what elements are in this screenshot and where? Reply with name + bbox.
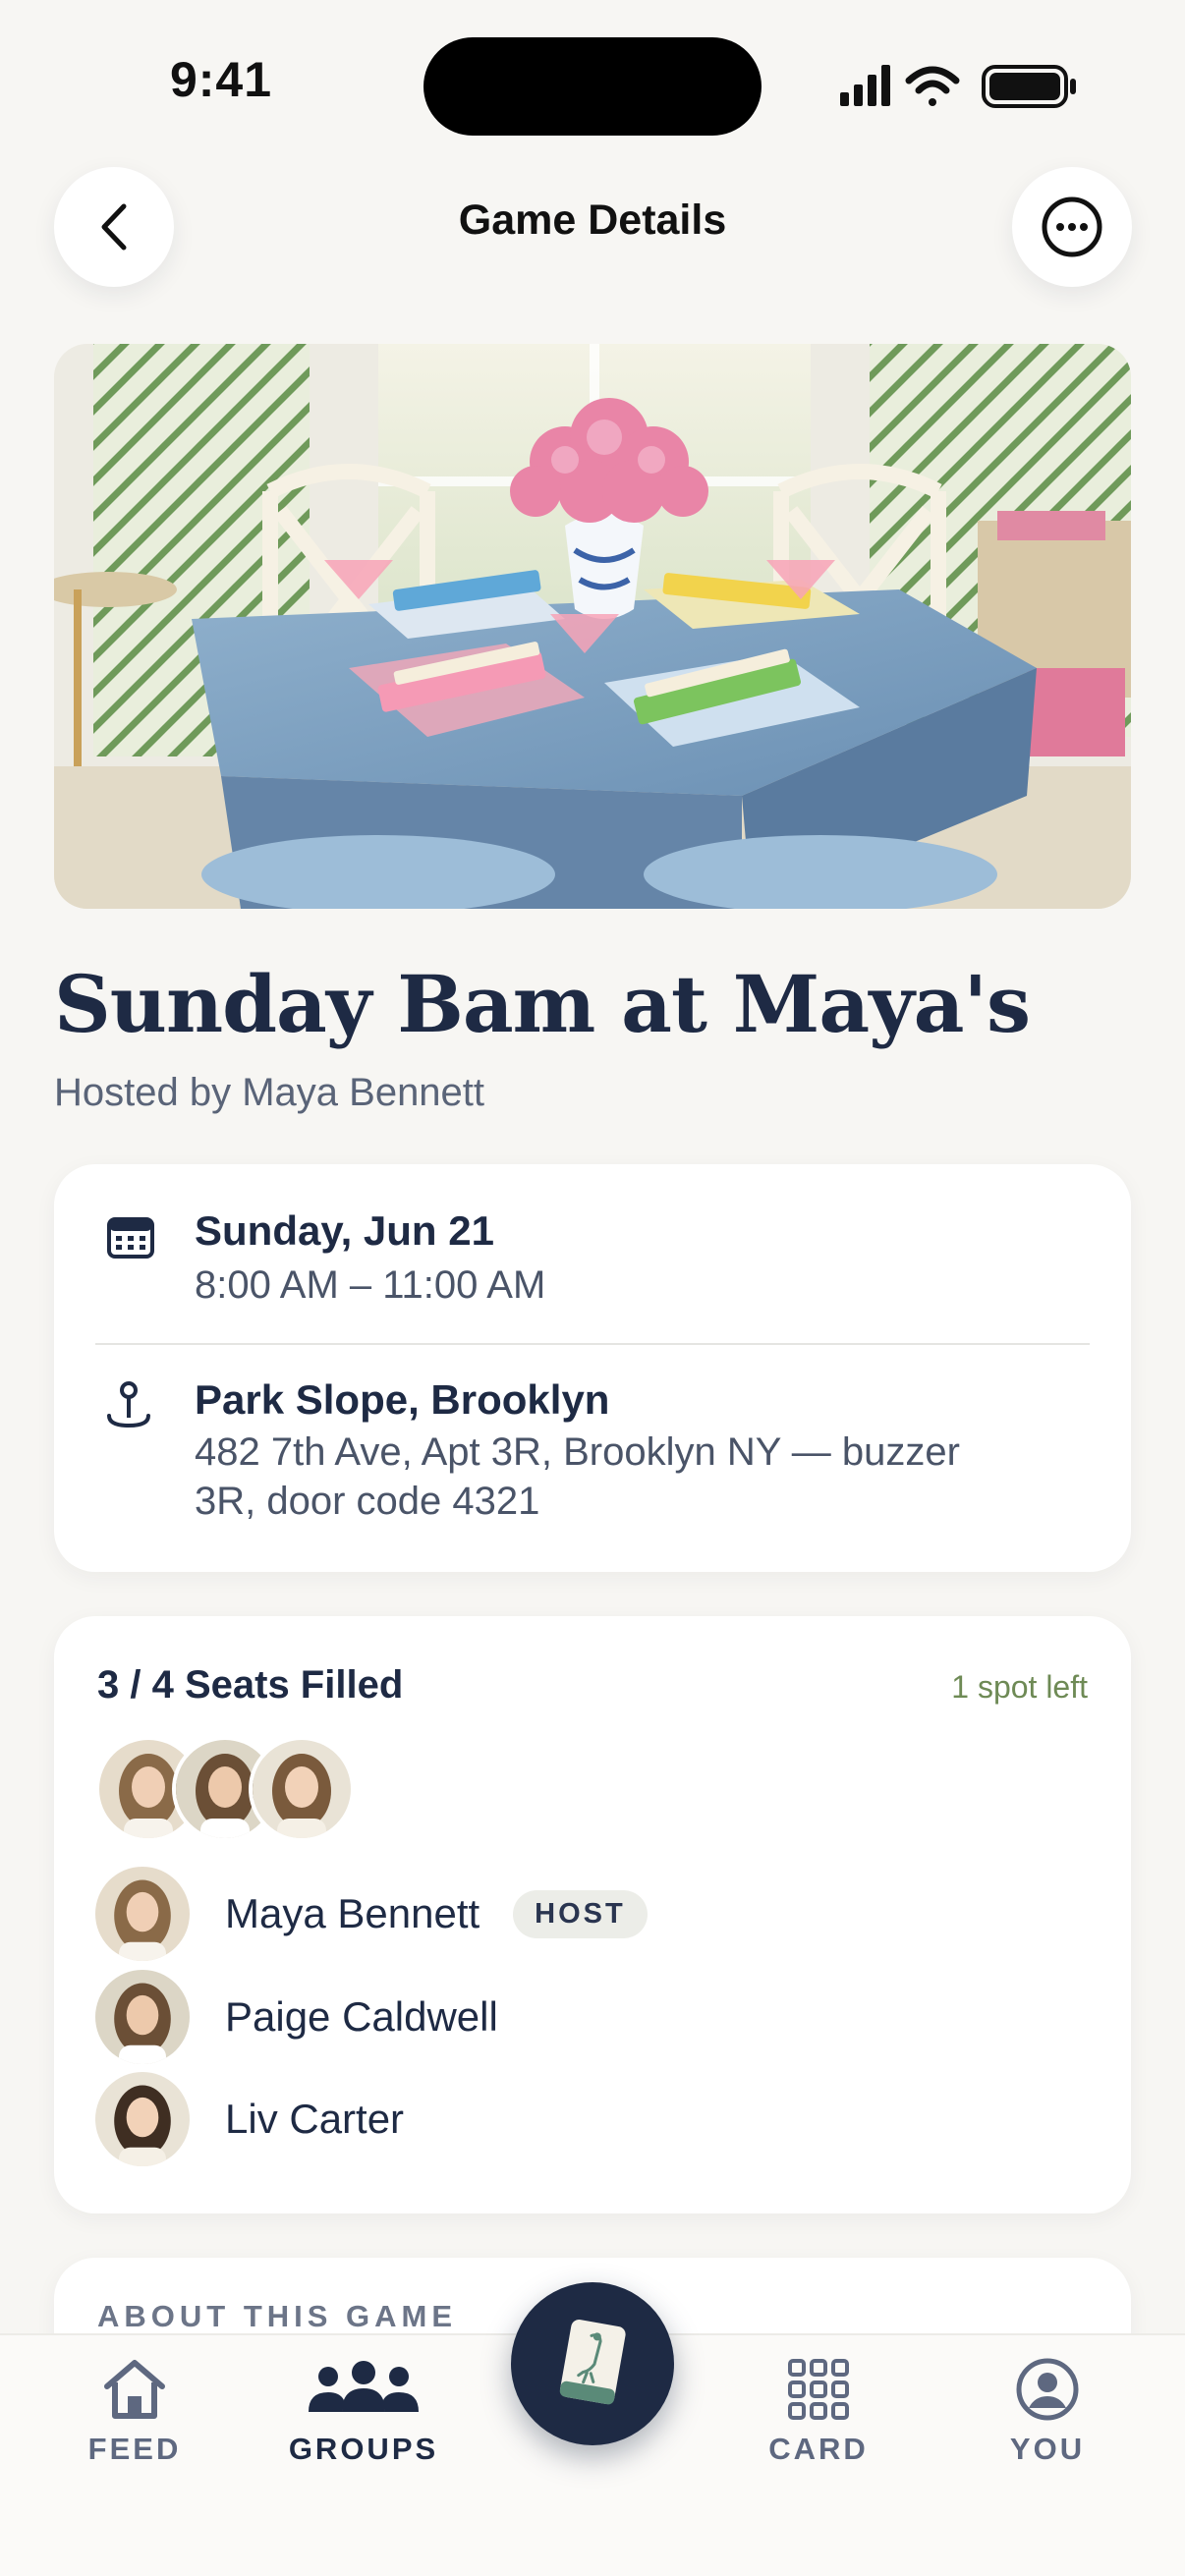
member-row[interactable]: Liv Carter — [95, 2072, 404, 2166]
tab-label: YOU — [1009, 2432, 1086, 2466]
about-section-label: ABOUT THIS GAME — [97, 2299, 458, 2333]
status-time: 9:41 — [169, 52, 273, 107]
more-horizontal-icon — [1042, 196, 1102, 257]
spots-left-label: 1 spot left — [951, 1669, 1088, 1705]
game-time-range: 8:00 AM – 11:00 AM — [195, 1263, 546, 1307]
tab-you[interactable]: YOU — [949, 2357, 1146, 2467]
host-badge: HOST — [513, 1889, 648, 1938]
details-divider — [95, 1343, 1090, 1345]
signal-icon — [840, 65, 890, 106]
address-line-2: 3R, door code 4321 — [195, 1480, 540, 1523]
mahjong-tile-icon — [559, 2320, 626, 2405]
wifi-icon — [905, 66, 960, 106]
game-title: Sunday Bam at Maya's — [54, 958, 1031, 1050]
address-line-1: 482 7th Ave, Apt 3R, Brooklyn NY — buzze… — [195, 1430, 960, 1474]
tab-feed[interactable]: FEED — [36, 2357, 233, 2467]
game-details-card: Sunday, Jun 21 8:00 AM – 11:00 AM Park S… — [54, 1164, 1131, 1572]
more-options-button[interactable] — [1012, 167, 1132, 287]
avatar — [95, 2072, 190, 2166]
location-name: Park Slope, Brooklyn — [195, 1376, 610, 1423]
member-row[interactable]: Maya Bennett HOST — [95, 1867, 648, 1961]
profile-icon — [1016, 2358, 1079, 2421]
member-name: Paige Caldwell — [225, 1993, 498, 2040]
mahjong-tile-button[interactable] — [511, 2282, 674, 2445]
tab-groups[interactable]: GROUPS — [265, 2357, 462, 2467]
game-date: Sunday, Jun 21 — [195, 1207, 494, 1254]
avatar — [95, 1970, 190, 2064]
tab-label: FEED — [87, 2432, 182, 2466]
game-hero-image — [54, 344, 1131, 909]
member-row[interactable]: Paige Caldwell — [95, 1970, 498, 2064]
member-name: Liv Carter — [225, 2096, 405, 2142]
hosted-by-text: Hosted by Maya Bennett — [54, 1071, 485, 1114]
avatar — [249, 1736, 355, 1842]
battery-icon — [982, 65, 1076, 108]
tab-card[interactable]: CARD — [720, 2357, 917, 2467]
avatar — [95, 1867, 190, 1961]
location-pin-icon — [107, 1381, 150, 1428]
tab-label: CARD — [768, 2432, 869, 2466]
seats-filled-title: 3 / 4 Seats Filled — [97, 1663, 404, 1707]
groups-icon — [309, 2361, 419, 2412]
calendar-icon — [107, 1217, 154, 1259]
member-name: Maya Bennett — [225, 1890, 480, 1936]
status-icons — [840, 65, 1076, 108]
page-title: Game Details — [458, 196, 727, 244]
dynamic-island — [423, 37, 762, 136]
tab-label: GROUPS — [288, 2432, 439, 2466]
seats-card: 3 / 4 Seats Filled 1 spot left Maya Benn… — [54, 1616, 1131, 2213]
home-icon — [104, 2360, 165, 2419]
grid-icon — [788, 2359, 849, 2420]
